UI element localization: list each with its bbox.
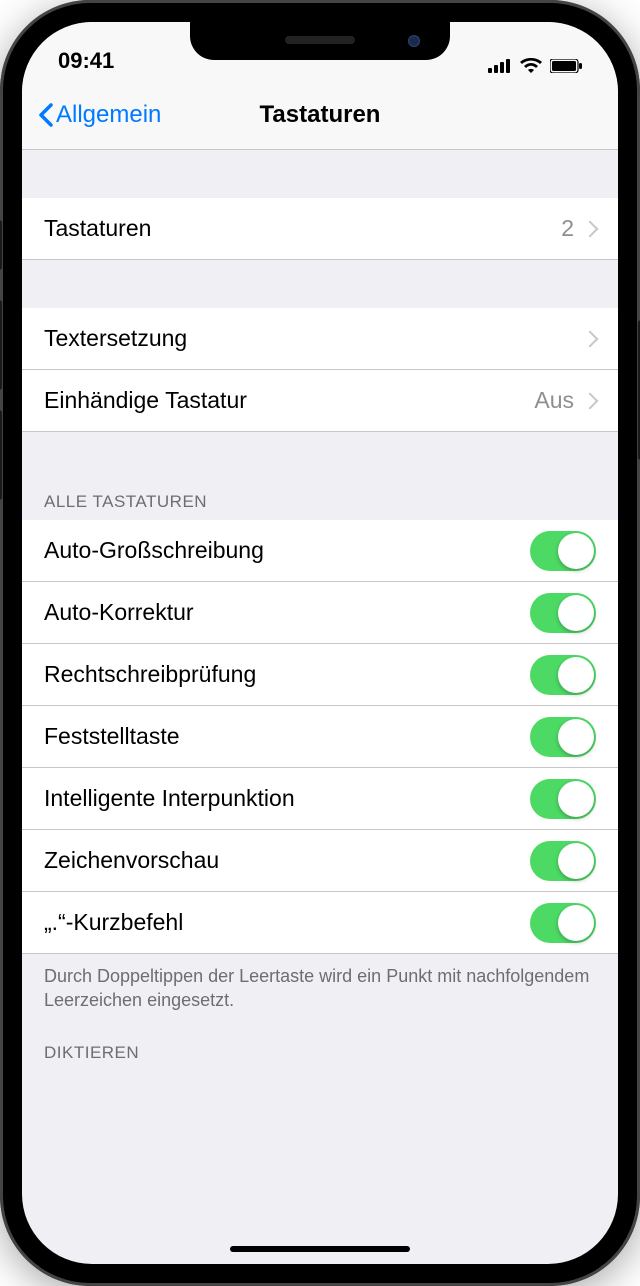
status-time: 09:41 [58,48,114,74]
switch-auto-capitalization[interactable] [530,531,596,571]
chevron-right-icon [582,392,599,409]
mute-switch [0,220,2,270]
switch-period-shortcut[interactable] [530,903,596,943]
switch-caps-lock[interactable] [530,717,596,757]
row-auto-correction: Auto-Korrektur [22,582,618,644]
row-label: Feststelltaste [44,723,180,750]
row-value: Aus [534,387,574,414]
speaker-grille [285,36,355,44]
chevron-right-icon [582,220,599,237]
row-character-preview: Zeichenvorschau [22,830,618,892]
row-caps-lock: Feststelltaste [22,706,618,768]
row-label: „.“-Kurzbefehl [44,909,183,936]
section-header-all-keyboards: ALLE TASTATUREN [22,480,618,520]
page-title: Tastaturen [260,101,381,129]
wifi-icon [520,58,542,74]
row-period-shortcut: „.“-Kurzbefehl [22,892,618,954]
section-header-dictate: DIKTIEREN [22,1023,618,1071]
back-button[interactable]: Allgemein [38,101,161,129]
screen: 09:41 Allgemein Tastaturen Tastaturen 2 [22,22,618,1264]
row-keyboards[interactable]: Tastaturen 2 [22,198,618,260]
row-spell-check: Rechtschreibprüfung [22,644,618,706]
chevron-right-icon [582,330,599,347]
row-label: Rechtschreibprüfung [44,661,256,688]
chevron-left-icon [38,103,54,127]
row-label: Einhändige Tastatur [44,387,247,414]
nav-bar: Allgemein Tastaturen [22,80,618,150]
home-indicator[interactable] [230,1246,410,1252]
row-label: Tastaturen [44,215,151,242]
row-text-replacement[interactable]: Textersetzung [22,308,618,370]
switch-character-preview[interactable] [530,841,596,881]
row-label: Auto-Korrektur [44,599,194,626]
iphone-frame: 09:41 Allgemein Tastaturen Tastaturen 2 [0,0,640,1286]
volume-up-button [0,300,2,390]
front-camera [408,35,420,47]
row-label: Intelligente Interpunktion [44,785,295,812]
row-label: Textersetzung [44,325,187,352]
section-footer-all-keyboards: Durch Doppeltippen der Leertaste wird ei… [22,954,618,1023]
group-spacer [22,150,618,198]
switch-auto-correction[interactable] [530,593,596,633]
switch-spell-check[interactable] [530,655,596,695]
row-label: Auto-Großschreibung [44,537,264,564]
row-value: 2 [561,215,574,242]
group-spacer [22,432,618,480]
row-auto-capitalization: Auto-Großschreibung [22,520,618,582]
status-icons [488,58,582,74]
row-one-handed-keyboard[interactable]: Einhändige Tastatur Aus [22,370,618,432]
switch-smart-punctuation[interactable] [530,779,596,819]
volume-down-button [0,410,2,500]
row-label: Zeichenvorschau [44,847,219,874]
battery-icon [550,59,582,73]
cellular-icon [488,59,512,73]
group-spacer [22,260,618,308]
notch [190,22,450,60]
back-label: Allgemein [56,101,161,129]
content-scroll[interactable]: Tastaturen 2 Textersetzung Einhändige Ta… [22,150,618,1264]
row-smart-punctuation: Intelligente Interpunktion [22,768,618,830]
